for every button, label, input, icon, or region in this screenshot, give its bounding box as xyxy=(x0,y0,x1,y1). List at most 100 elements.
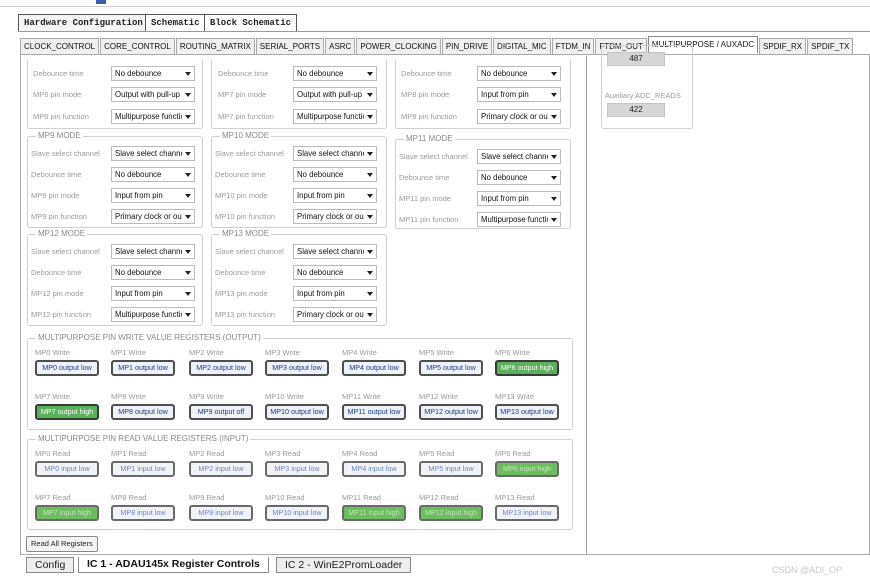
read-all-registers-button[interactable]: Read All Registers xyxy=(26,536,98,552)
chevron-down-icon xyxy=(367,215,373,219)
mode-row-dropdown-value: Primary clock or output xyxy=(115,212,182,221)
read_section-toggle-button[interactable]: MP6 input high xyxy=(495,461,559,477)
mode-row-dropdown[interactable]: Multipurpose function xyxy=(111,307,195,322)
read_section-toggle-button[interactable]: MP12 input high xyxy=(419,505,483,521)
mp8-row-dropdown[interactable]: No debounce xyxy=(477,66,561,81)
write_section-item-label: MP4 Write xyxy=(342,348,377,357)
mp6-row-dropdown[interactable]: Output with pull-up xyxy=(111,87,195,102)
bottom-tab-config[interactable]: Config xyxy=(26,557,75,573)
tab-spdif-tx[interactable]: SPDIF_TX xyxy=(807,38,854,54)
bottom-tab-ic2[interactable]: IC 2 - WinE2PromLoader xyxy=(276,557,412,573)
read_section-toggle-button[interactable]: MP13 input low xyxy=(495,505,559,521)
group-title: MP10 MODE xyxy=(220,131,272,140)
mode-row-dropdown[interactable]: No debounce xyxy=(111,167,195,182)
mode-row-dropdown[interactable]: No debounce xyxy=(293,265,377,280)
mode-row-dropdown[interactable]: Slave select channel xyxy=(477,149,561,164)
mode-row-label: Debounce time xyxy=(31,268,82,277)
group-title: MP12 MODE xyxy=(36,229,88,238)
mp7-row-dropdown[interactable]: Multipurpose function xyxy=(293,109,377,124)
tab-serial-ports[interactable]: SERIAL_PORTS xyxy=(255,38,325,54)
write_section-toggle-button[interactable]: MP8 output low xyxy=(111,404,175,420)
write_section-toggle-button[interactable]: MP2 output low xyxy=(189,360,253,376)
mode-row-dropdown[interactable]: Input from pin xyxy=(477,191,561,206)
write_section-toggle-button[interactable]: MP0 output low xyxy=(35,360,99,376)
read_section-item-label: MP4 Read xyxy=(342,449,378,458)
chevron-down-icon xyxy=(551,115,557,119)
mode-row-dropdown[interactable]: Slave select channel xyxy=(111,244,195,259)
mode-row-dropdown-value: No debounce xyxy=(115,170,162,179)
mode-row-dropdown[interactable]: Primary clock or output xyxy=(293,209,377,224)
mode-row-dropdown[interactable]: Multipurpose function xyxy=(477,212,561,227)
tab-block-schematic[interactable]: Block Schematic xyxy=(204,14,298,32)
mode-row-dropdown[interactable]: No debounce xyxy=(477,170,561,185)
mode-row-dropdown[interactable]: Slave select channel xyxy=(293,244,377,259)
read_section-toggle-button[interactable]: MP8 input low xyxy=(111,505,175,521)
mode-row-dropdown-value: No debounce xyxy=(481,173,528,182)
mp6-row-dropdown-value: Multipurpose function xyxy=(115,112,182,121)
mode-row-dropdown[interactable]: No debounce xyxy=(111,265,195,280)
top-tab-divider xyxy=(18,31,870,32)
write_section-toggle-button[interactable]: MP13 output low xyxy=(495,404,559,420)
tab-clock-control[interactable]: CLOCK_CONTROL xyxy=(20,38,100,54)
mode-row-label: Slave select channel xyxy=(31,247,100,256)
tab-asrc[interactable]: ASRC xyxy=(325,38,356,54)
write_section-toggle-button[interactable]: MP9 output off xyxy=(189,404,253,420)
write_section-item-label: MP1 Write xyxy=(111,348,146,357)
read_section-toggle-button[interactable]: MP2 input low xyxy=(189,461,253,477)
mode-row-dropdown-value: No debounce xyxy=(297,268,344,277)
tab-pin-drive[interactable]: PIN_DRIVE xyxy=(441,38,493,54)
tab-schematic[interactable]: Schematic xyxy=(145,14,206,32)
mode-row-dropdown-value: Primary clock or output xyxy=(297,310,364,319)
mp6-row-dropdown[interactable]: No debounce xyxy=(111,66,195,81)
mode-row-dropdown-value: Input from pin xyxy=(115,191,163,200)
tab-core-control[interactable]: CORE_CONTROL xyxy=(100,38,175,54)
mode-row-dropdown[interactable]: Slave select channel xyxy=(111,146,195,161)
write_section-toggle-button[interactable]: MP7 output high xyxy=(35,404,99,420)
mode-row-label: Debounce time xyxy=(215,268,266,277)
mode-row-dropdown[interactable]: Input from pin xyxy=(111,188,195,203)
tab-digital-mic[interactable]: DIGITAL_MIC xyxy=(493,38,551,54)
tab-ftdm-in[interactable]: FTDM_IN xyxy=(551,38,595,54)
register-panel: Debounce time No debounce MP6 pin mode Outp… xyxy=(20,45,870,555)
mp7-row-dropdown[interactable]: Output with pull-up xyxy=(293,87,377,102)
chevron-down-icon xyxy=(185,215,191,219)
mode-row-dropdown[interactable]: No debounce xyxy=(293,167,377,182)
write_section-toggle-button[interactable]: MP12 output low xyxy=(419,404,483,420)
mp8-row-dropdown[interactable]: Primary clock or output xyxy=(477,109,561,124)
read_section-toggle-button[interactable]: MP7 input high xyxy=(35,505,99,521)
read_section-item-label: MP9 Read xyxy=(189,493,225,502)
read_section-toggle-button[interactable]: MP4 input low xyxy=(342,461,406,477)
tab-routing-matrix[interactable]: ROUTING_MATRIX xyxy=(175,38,255,54)
mode-row-label: MP13 pin mode xyxy=(215,289,268,298)
tab-power-clocking[interactable]: POWER_CLOCKING xyxy=(356,38,441,54)
tab-spdif-rx[interactable]: SPDIF_RX xyxy=(759,38,807,54)
write_section-toggle-button[interactable]: MP6 output high xyxy=(495,360,559,376)
write_section-toggle-button[interactable]: MP5 output low xyxy=(419,360,483,376)
write_section-toggle-button[interactable]: MP11 output low xyxy=(342,404,406,420)
mode-row-dropdown[interactable]: Primary clock or output xyxy=(293,307,377,322)
read_section-toggle-button[interactable]: MP11 input high xyxy=(342,505,406,521)
mode-row-dropdown[interactable]: Input from pin xyxy=(293,188,377,203)
mp6-row-dropdown[interactable]: Multipurpose function xyxy=(111,109,195,124)
bottom-tab-ic1[interactable]: IC 1 - ADAU145x Register Controls xyxy=(78,557,269,573)
read_section-toggle-button[interactable]: MP0 input low xyxy=(35,461,99,477)
read_section-toggle-button[interactable]: MP10 input low xyxy=(265,505,329,521)
write_section-toggle-button[interactable]: MP1 output low xyxy=(111,360,175,376)
chevron-down-icon xyxy=(367,173,373,177)
read_section-toggle-button[interactable]: MP9 input low xyxy=(189,505,253,521)
tab-hardware-configuration[interactable]: Hardware Configuration xyxy=(18,14,149,32)
mp6-row-label: Debounce time xyxy=(33,69,84,78)
read_section-toggle-button[interactable]: MP3 input low xyxy=(265,461,329,477)
write_section-toggle-button[interactable]: MP4 output low xyxy=(342,360,406,376)
write_section-toggle-button[interactable]: MP3 output low xyxy=(265,360,329,376)
write_section-toggle-button[interactable]: MP10 output low xyxy=(265,404,329,420)
mp7-row-dropdown[interactable]: No debounce xyxy=(293,66,377,81)
read_section-toggle-button[interactable]: MP1 input low xyxy=(111,461,175,477)
read_section-toggle-button[interactable]: MP5 input low xyxy=(419,461,483,477)
mode-row-dropdown[interactable]: Slave select channel xyxy=(293,146,377,161)
mode-row-dropdown[interactable]: Input from pin xyxy=(111,286,195,301)
mode-row-dropdown[interactable]: Primary clock or output xyxy=(111,209,195,224)
mode-row-dropdown[interactable]: Input from pin xyxy=(293,286,377,301)
mp8-row-dropdown[interactable]: Input from pin xyxy=(477,87,561,102)
write_section-item-label: MP10 Write xyxy=(265,392,305,401)
